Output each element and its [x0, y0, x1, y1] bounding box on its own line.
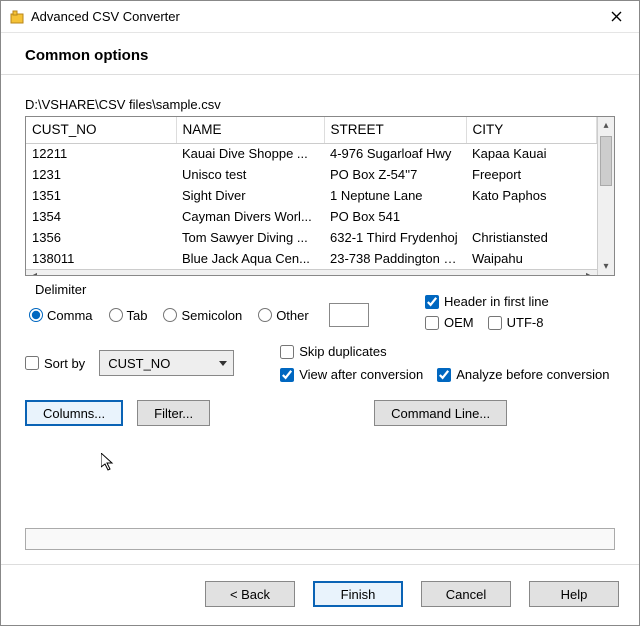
col-header[interactable]: STREET [324, 117, 466, 143]
delimiter-tab-radio[interactable]: Tab [109, 308, 148, 323]
sort-by-checkbox[interactable]: Sort by [25, 356, 85, 371]
view-after-checkbox[interactable]: View after conversion [280, 367, 423, 382]
vertical-scrollbar[interactable]: ▴ ▾ [597, 117, 614, 275]
table-row[interactable]: 1231Unisco testPO Box Z-54''7Freeport [26, 164, 597, 185]
table-row[interactable]: 138011Blue Jack Aqua Cen...23-738 Paddin… [26, 248, 597, 269]
help-button[interactable]: Help [529, 581, 619, 607]
delimiter-semicolon-radio[interactable]: Semicolon [163, 308, 242, 323]
finish-button[interactable]: Finish [313, 581, 403, 607]
delimiter-label: Delimiter [35, 282, 425, 297]
skip-duplicates-checkbox[interactable]: Skip duplicates [280, 344, 609, 359]
progress-bar [25, 528, 615, 550]
header-first-line-checkbox[interactable]: Header in first line [425, 294, 615, 309]
close-icon [611, 11, 622, 22]
table-row[interactable]: 1356Tom Sawyer Diving ...632-1 Third Fry… [26, 227, 597, 248]
preview-grid[interactable]: CUST_NO NAME STREET CITY 12211 Kauai Div… [25, 116, 615, 276]
page-title: Common options [1, 33, 639, 75]
utf8-checkbox[interactable]: UTF-8 [488, 315, 544, 330]
col-header[interactable]: NAME [176, 117, 324, 143]
oem-checkbox[interactable]: OEM [425, 315, 474, 330]
delimiter-comma-radio[interactable]: Comma [29, 308, 93, 323]
cancel-button[interactable]: Cancel [421, 581, 511, 607]
horizontal-scrollbar[interactable]: ◂ ▸ [26, 269, 597, 275]
sort-field-select[interactable]: CUST_NO [99, 350, 234, 376]
columns-button[interactable]: Columns... [25, 400, 123, 426]
source-filepath: D:\VSHARE\CSV files\sample.csv [25, 97, 615, 112]
back-button[interactable]: < Back [205, 581, 295, 607]
filter-button[interactable]: Filter... [137, 400, 210, 426]
analyze-before-checkbox[interactable]: Analyze before conversion [437, 367, 609, 382]
app-icon [9, 9, 25, 25]
delimiter-other-radio[interactable]: Other [258, 308, 309, 323]
table-row[interactable]: 12211 Kauai Dive Shoppe ...4-976 Sugarlo… [26, 143, 597, 164]
col-header[interactable]: CITY [466, 117, 597, 143]
table-row[interactable]: 1351Sight Diver1 Neptune LaneKato Paphos [26, 185, 597, 206]
delimiter-other-input[interactable] [329, 303, 369, 327]
window-title: Advanced CSV Converter [31, 9, 593, 24]
close-button[interactable] [593, 1, 639, 33]
table-row[interactable]: 1354Cayman Divers Worl...PO Box 541 [26, 206, 597, 227]
col-header[interactable]: CUST_NO [26, 117, 176, 143]
command-line-button[interactable]: Command Line... [374, 400, 507, 426]
